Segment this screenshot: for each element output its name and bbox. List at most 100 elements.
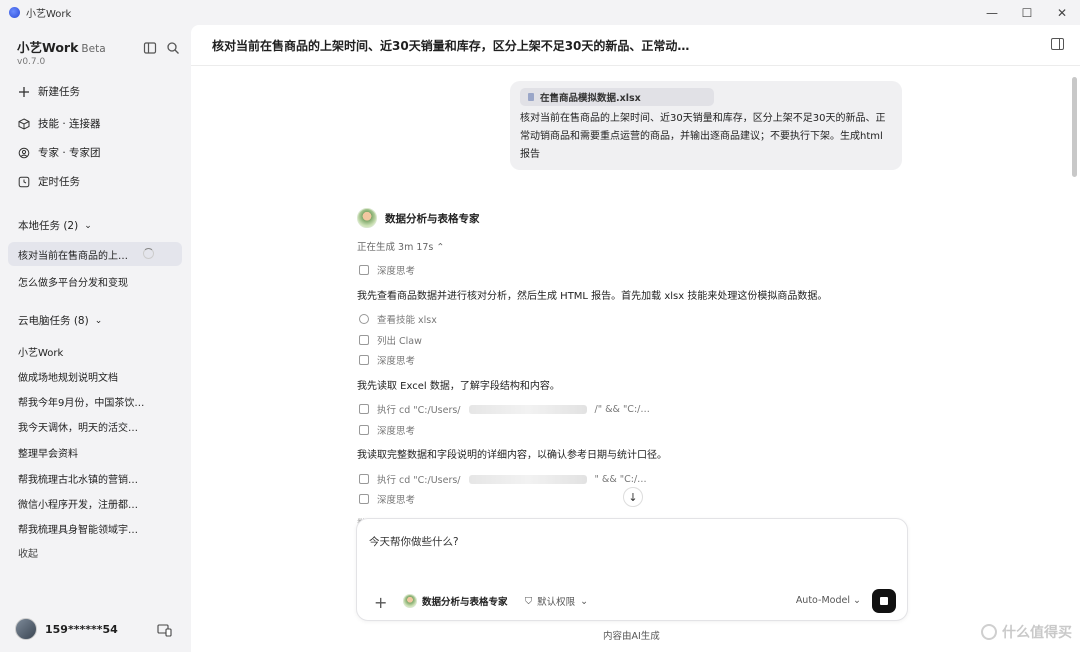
permission-label: 默认权限 (537, 597, 576, 608)
chevron-down-icon: ⌄ (84, 220, 92, 231)
deep-thinking-step[interactable]: 深度思考 (359, 263, 415, 277)
list-icon (359, 335, 369, 345)
local-task-item[interactable]: 怎么做多平台分发和变现 (18, 274, 128, 289)
chevron-down-icon: ⌄ (94, 315, 103, 326)
cloud-task-item[interactable]: 做成场地规划说明文档 (18, 369, 118, 384)
nav-label: 定时任务 (38, 176, 80, 188)
new-task-button[interactable]: 新建任务 (18, 84, 80, 99)
user-message-text: 核对当前在售商品的上架时间、近30天销量和库存，区分上架不足30天的新品、正常动… (520, 113, 886, 160)
chat-composer[interactable]: 今天帮你做些什么? + 数据分析与表格专家 ⛉ 默认权限 ⌄ Auto-Mode… (356, 518, 908, 621)
terminal-icon (359, 404, 369, 414)
user-profile[interactable]: 159******54 (15, 618, 118, 640)
loading-spinner-icon (143, 248, 154, 259)
task-label: 核对当前在售商品的上… (18, 250, 128, 262)
version-label: v0.7.0 (17, 57, 46, 67)
redacted-path (468, 474, 587, 484)
exec-step[interactable]: 执行 cd "C:/Users/" && "C:/… (359, 472, 647, 486)
agent-avatar (357, 208, 377, 228)
attachment-chip[interactable]: 在售商品模拟数据.xlsx (520, 88, 714, 106)
redacted-path (468, 404, 587, 414)
plus-icon (19, 86, 29, 97)
nav-label: 技能 · 连接器 (38, 118, 101, 130)
group-label: 本地任务 (2) (18, 220, 79, 232)
skill-icon (359, 314, 369, 324)
shield-icon: ⛉ (525, 595, 533, 607)
chat-input[interactable]: 今天帮你做些什么? (369, 534, 459, 549)
sidebar: 小艺Work Beta v0.7.0 新建任务 技能 · 连接器 专家 · 专家团… (0, 25, 191, 652)
clock-icon (18, 176, 30, 187)
sidebar-toggle-icon[interactable] (143, 41, 157, 55)
brand: 小艺Work Beta v0.7.0 (17, 37, 106, 67)
deep-thinking-step[interactable]: 深度思考 (359, 353, 415, 367)
add-attachment-button[interactable]: + (374, 593, 387, 612)
tool-step[interactable]: 列出 Claw (359, 333, 422, 347)
ai-disclaimer: 内容由AI生成 (603, 631, 660, 642)
close-button[interactable]: ✕ (1044, 0, 1080, 25)
assistant-paragraph: 我读取完整数据和字段说明的详细内容，以确认参考日期与统计口径。 (357, 450, 667, 461)
assistant-paragraph: 我先查看商品数据并进行核对分析，然后生成 HTML 报告。首先加载 xlsx 技… (357, 291, 828, 302)
terminal-icon (359, 474, 369, 484)
group-label: 云电脑任务 (8) (18, 315, 89, 327)
nav-label: 专家 · 专家团 (38, 147, 101, 159)
cloud-tasks-group[interactable]: 云电脑任务 (8) ⌄ (18, 313, 102, 328)
app-logo-icon (9, 7, 20, 18)
generation-status[interactable]: 正在生成 3m 17s ⌃ (357, 239, 444, 253)
beta-badge: Beta (81, 43, 106, 55)
page-title: 核对当前在售商品的上架时间、近30天销量和库存，区分上架不足30天的新品、正常动… (212, 39, 690, 53)
nav-label: 新建任务 (38, 86, 80, 98)
cloud-task-item[interactable]: 小艺Work (18, 344, 63, 359)
maximize-button[interactable]: ☐ (1009, 0, 1045, 25)
deep-thinking-step[interactable]: 深度思考 (359, 492, 415, 506)
think-icon (359, 355, 369, 365)
exec-step[interactable]: 执行 cd "C:/Users//" && "C:/… (359, 402, 650, 416)
tool-step[interactable]: 查看技能 xlsx (359, 312, 437, 326)
agent-avatar (403, 594, 417, 608)
watermark: 什么值得买 (981, 622, 1072, 642)
think-icon (359, 425, 369, 435)
avatar (15, 618, 37, 640)
chevron-up-icon: ⌃ (436, 242, 445, 253)
devices-icon[interactable] (157, 624, 172, 637)
arrow-down-icon: ↓ (628, 490, 638, 504)
local-task-item[interactable]: 核对当前在售商品的上… (8, 242, 182, 266)
think-icon (359, 494, 369, 504)
minimize-button[interactable]: — (974, 0, 1010, 25)
attachment-name: 在售商品模拟数据.xlsx (540, 93, 641, 104)
cloud-task-item[interactable]: 整理早会资料 (18, 445, 78, 460)
window-title: 小艺Work (26, 9, 72, 20)
agent-name: 数据分析与表格专家 (385, 212, 480, 225)
nav-skills-connectors[interactable]: 技能 · 连接器 (18, 116, 101, 131)
nav-scheduled-tasks[interactable]: 定时任务 (18, 174, 80, 189)
deep-thinking-step[interactable]: 深度思考 (359, 423, 415, 437)
cloud-task-item[interactable]: 帮我今年9月份，中国茶饮… (18, 394, 144, 409)
cloud-task-item[interactable]: 微信小程序开发，注册都… (18, 496, 138, 511)
assistant-paragraph: 我先读取 Excel 数据，了解字段结构和内容。 (357, 381, 560, 392)
collapse-link[interactable]: 收起 (18, 545, 38, 560)
scroll-down-button[interactable]: ↓ (623, 487, 643, 507)
title-bar: 小艺Work — ☐ ✕ (0, 0, 1080, 25)
cloud-task-item[interactable]: 帮我梳理具身智能领域宇… (18, 521, 138, 536)
cloud-task-item[interactable]: 帮我梳理古北水镇的营销… (18, 471, 138, 486)
watermark-logo-icon (981, 624, 997, 640)
brand-name: 小艺Work Beta (17, 40, 106, 55)
local-tasks-group[interactable]: 本地任务 (2) ⌄ (18, 218, 92, 233)
stop-button[interactable] (872, 589, 896, 613)
user-message: 在售商品模拟数据.xlsx 核对当前在售商品的上架时间、近30天销量和库存，区分… (510, 81, 902, 170)
model-selector[interactable]: Auto-Model ⌄ (796, 595, 861, 606)
user-phone: 159******54 (45, 622, 118, 636)
nav-experts[interactable]: 专家 · 专家团 (18, 145, 101, 160)
cloud-task-item[interactable]: 我今天调休，明天的活交… (18, 419, 138, 434)
agent-selector[interactable]: 数据分析与表格专家 (403, 594, 508, 608)
search-icon[interactable] (166, 41, 180, 55)
agent-selector-label: 数据分析与表格专家 (422, 597, 508, 608)
cube-icon (18, 117, 30, 130)
chevron-down-icon: ⌄ (853, 595, 861, 606)
chevron-down-icon: ⌄ (580, 595, 589, 607)
scrollbar[interactable] (1072, 77, 1077, 177)
think-icon (359, 265, 369, 275)
assistant-header: 数据分析与表格专家 (357, 208, 480, 228)
file-icon (528, 93, 534, 101)
panel-toggle-icon[interactable] (1051, 38, 1064, 50)
divider (191, 65, 1080, 66)
permission-selector[interactable]: ⛉ 默认权限 ⌄ (525, 594, 589, 609)
